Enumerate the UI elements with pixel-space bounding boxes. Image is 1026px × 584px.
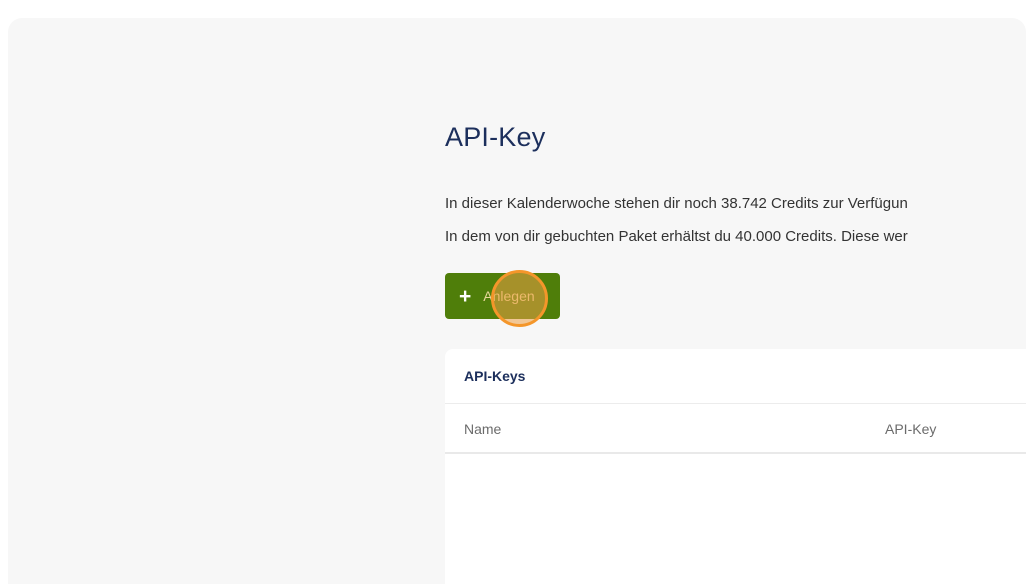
page-title: API-Key (445, 122, 546, 152)
main-content: API-Key In dieser Kalenderwoche stehen d… (445, 18, 1026, 584)
card-title: API-Keys (464, 368, 526, 384)
create-button-label: Anlegen (483, 288, 535, 304)
package-credits-text: In dem von dir gebuchten Paket erhältst … (445, 228, 908, 245)
create-api-key-button[interactable]: + Anlegen (445, 273, 560, 319)
app-frame: API-Key In dieser Kalenderwoche stehen d… (8, 18, 1026, 584)
column-header-api-key[interactable]: API-Key (885, 421, 936, 437)
api-keys-card: API-Keys Name API-Key (445, 349, 1026, 584)
card-header: API-Keys (445, 349, 1026, 404)
column-header-name[interactable]: Name (464, 421, 501, 437)
credits-remaining-text: In dieser Kalenderwoche stehen dir noch … (445, 195, 908, 212)
plus-icon: + (459, 284, 472, 308)
table-header: Name API-Key (445, 404, 1026, 454)
